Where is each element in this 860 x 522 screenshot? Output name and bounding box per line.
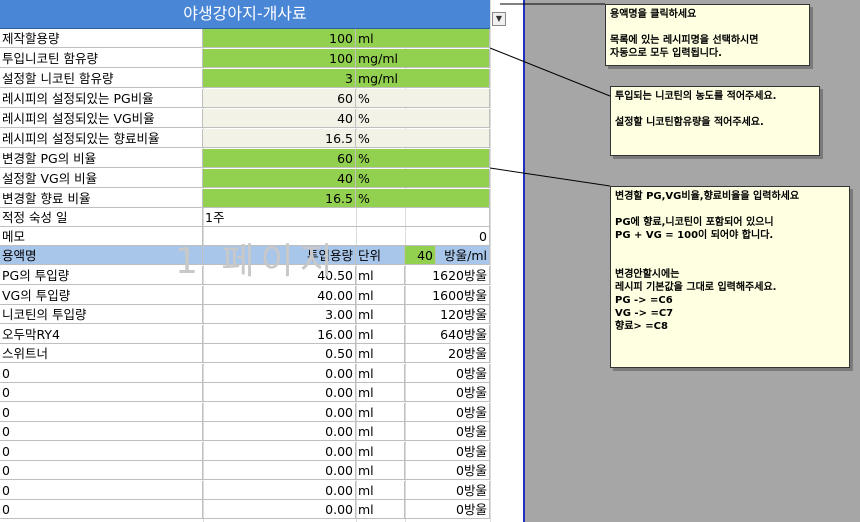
- connector-line: [489, 47, 611, 97]
- comment-note: 변경할 PG,VG비율,향료비율을 입력하세요 PG에 향료,니코틴이 포함되어…: [610, 186, 850, 368]
- comment-note: 투입되는 니코틴의 농도를 적어주세요. 설정할 니코틴함유량을 적어주세요.: [610, 86, 820, 156]
- comment-note: 용액명을 클릭하세요 목록에 있는 레시피명을 선택하시면 자동으로 모두 입력…: [605, 4, 810, 66]
- connector-line: [489, 167, 611, 187]
